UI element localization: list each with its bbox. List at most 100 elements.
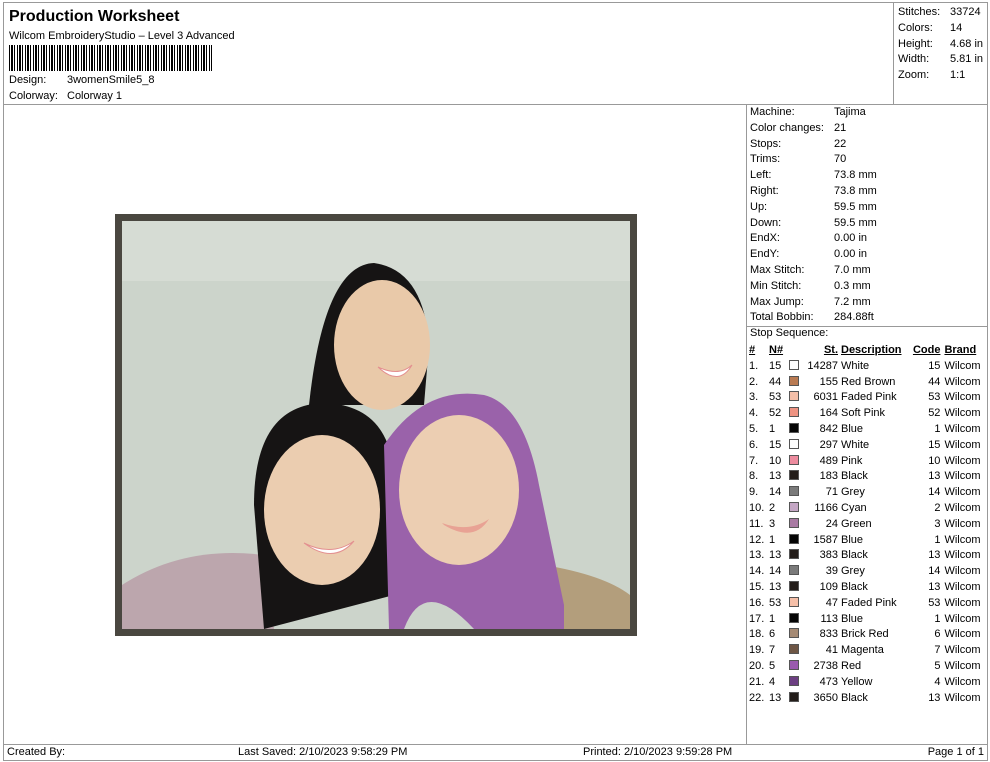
machine-label: Trims: [750,153,781,166]
color-swatch [789,470,799,481]
color-swatch-cell [789,501,803,517]
embroidery-image [115,214,637,636]
machine-label: Color changes: [750,121,824,134]
color-swatch [789,612,799,623]
color-swatch [789,691,799,702]
stop-row: 21. 4 473 Yellow 4 Wilcom [749,675,985,691]
stop-row: 13. 13 383 Black 13 Wilcom [749,548,985,564]
thread-brand: Wilcom [944,549,981,562]
stop-index: 13. [749,549,765,562]
needle-number: 15 [769,359,782,372]
stop-sequence-label: Stop Sequence: [750,327,829,339]
stop-row: 7. 10 489 Pink 10 Wilcom [749,454,985,470]
col-number: # [749,344,756,356]
stop-row: 10. 2 1166 Cyan 2 Wilcom [749,501,985,517]
stats-row: Width: 5.81 in [898,52,987,68]
thread-description: Grey [841,565,865,578]
stats-label: Zoom: [898,69,930,82]
stop-row: 9. 14 71 Grey 14 Wilcom [749,485,985,501]
needle-number: 53 [769,391,782,404]
color-swatch [789,628,799,639]
stop-row: 19. 7 41 Magenta 7 Wilcom [749,643,985,659]
color-swatch [789,454,799,465]
needle-number: 14 [769,565,782,578]
thread-brand: Wilcom [944,438,981,451]
stitch-count: 489 [819,454,838,467]
stats-label: Width: [898,53,930,66]
col-description: Description [841,344,902,356]
machine-value: 21 [834,121,847,134]
stitch-count: 473 [819,675,838,688]
thread-brand: Wilcom [944,391,981,404]
color-swatch-cell [789,627,803,643]
needle-number: 10 [769,454,782,467]
machine-value: 70 [834,153,847,166]
color-swatch-cell [789,454,803,470]
stop-index: 4. [749,407,759,420]
machine-row: Stops: 22 [750,137,987,153]
needle-number: 13 [769,549,782,562]
thread-code: 44 [928,375,941,388]
stats-value: 5.81 in [950,53,984,66]
thread-description: Brick Red [841,628,889,641]
color-swatch-cell [789,643,803,659]
stop-row: 2. 44 155 Red Brown 44 Wilcom [749,375,985,391]
needle-number: 1 [769,533,776,546]
stitch-count: 71 [825,486,838,499]
thread-code: 2 [934,501,941,514]
color-swatch-cell [789,485,803,501]
thread-brand: Wilcom [944,454,981,467]
thread-brand: Wilcom [944,501,981,514]
machine-label: Max Stitch: [750,263,805,276]
stop-index: 21. [749,675,765,688]
color-swatch [789,391,799,402]
thread-description: Blue [841,422,864,435]
thread-code: 14 [928,565,941,578]
thread-code: 1 [934,533,941,546]
thread-description: Grey [841,486,865,499]
stats-label: Stitches: [898,6,941,18]
stop-index: 8. [749,470,759,483]
thread-code: 15 [928,438,941,451]
colorway-value: Colorway 1 [67,90,123,102]
thread-description: Yellow [841,675,873,688]
design-preview [3,104,747,745]
machine-label: Stops: [750,137,782,150]
stop-index: 19. [749,644,765,657]
stitch-count: 2738 [813,659,838,672]
stop-row: 8. 13 183 Black 13 Wilcom [749,469,985,485]
needle-number: 1 [769,612,776,625]
design-stats: Stitches: 33724 Colors: 14 Height: 4.68 in Wid… [893,2,988,105]
col-stitches: St. [823,344,838,356]
thread-code: 53 [928,596,941,609]
color-swatch-cell [789,596,803,612]
stats-row: Stitches: 33724 [898,5,987,21]
thread-code: 5 [934,659,941,672]
color-swatch-cell [789,564,803,580]
needle-number: 13 [769,580,782,593]
thread-brand: Wilcom [944,675,981,688]
stop-row: 1. 15 14287 White 15 Wilcom [749,359,985,375]
stitch-count: 6031 [813,391,838,404]
machine-info-panel: Machine: Tajima Color changes: 21 Stops: 22 Tr… [746,104,988,745]
col-code: Code [912,344,941,356]
stop-index: 14. [749,565,765,578]
stitch-count: 183 [819,470,838,483]
color-swatch [789,359,799,370]
machine-row: Down: 59.5 mm [750,216,987,232]
color-swatch [789,549,799,560]
thread-code: 52 [928,407,941,420]
stitch-count: 41 [825,644,838,657]
machine-label: Down: [750,216,782,229]
thread-description: Red [841,659,862,672]
color-swatch-cell [789,691,803,707]
stop-index: 6. [749,438,759,451]
thread-description: Faded Pink [841,391,897,404]
color-swatch-cell [789,548,803,564]
stitch-count: 47 [825,596,838,609]
thread-brand: Wilcom [944,580,981,593]
stop-index: 9. [749,486,759,499]
printed-date: Printed: 2/10/2023 9:59:28 PM [583,746,733,758]
thread-description: Black [841,549,868,562]
thread-code: 14 [928,486,941,499]
